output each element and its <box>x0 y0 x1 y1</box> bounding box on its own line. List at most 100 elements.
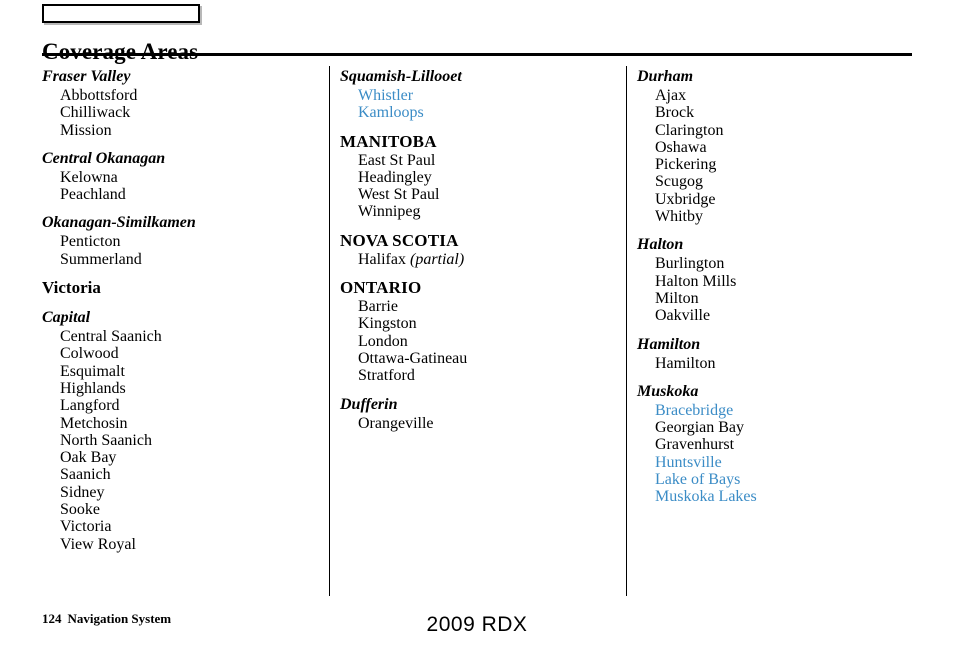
city-item: Brock <box>655 104 917 121</box>
document-page: Coverage Areas Fraser Valley Abbottsford C… <box>0 0 954 652</box>
city-list: East St Paul Headingley West St Paul Winnip… <box>340 152 610 221</box>
city-name: Hamilton <box>655 354 716 372</box>
coverage-group: Muskoka Bracebridge Georgian Bay Gravenhurs… <box>637 381 917 506</box>
city-name: Pickering <box>655 156 717 174</box>
city-item: Barrie <box>358 298 610 315</box>
city-item: Ottawa-Gatineau <box>358 350 610 367</box>
city-item: Metchosin <box>60 415 312 432</box>
coverage-group: ONTARIO Barrie Kingston London Ottawa-Gatine… <box>340 277 610 384</box>
city-name: Burlington <box>655 255 725 273</box>
city-name: Scugog <box>655 173 703 191</box>
coverage-column-2: Squamish-Lillooet Whistler Kamloops MANITOB… <box>340 66 610 432</box>
coverage-group: Central Okanagan Kelowna Peachland <box>42 148 312 204</box>
city-item: Chilliwack <box>60 104 312 121</box>
coverage-group: Squamish-Lillooet Whistler Kamloops <box>340 66 610 122</box>
city-name: Bracebridge <box>655 401 734 419</box>
region-heading: Okanagan-Similkamen <box>42 214 196 232</box>
city-item: Central Saanich <box>60 328 312 345</box>
city-link-item[interactable]: Bracebridge <box>655 402 917 419</box>
province-heading: NOVA SCOTIA <box>340 230 459 250</box>
city-name: Barrie <box>358 298 398 316</box>
city-link-item[interactable]: Muskoka Lakes <box>655 488 917 505</box>
city-name: Milton <box>655 289 699 307</box>
city-list: Halifax (partial) <box>340 251 610 268</box>
city-name: Esquimalt <box>60 362 125 380</box>
city-name: Whitby <box>655 208 703 226</box>
coverage-group: NOVA SCOTIA Halifax (partial) <box>340 230 610 268</box>
region-heading: Dufferin <box>340 395 398 413</box>
city-item: Langford <box>60 397 312 414</box>
city-item: Kingston <box>358 315 610 332</box>
region-heading: Muskoka <box>637 382 699 400</box>
city-list: Barrie Kingston London Ottawa-Gatineau Strat… <box>340 298 610 384</box>
city-item: Stratford <box>358 367 610 384</box>
city-name: Ottawa-Gatineau <box>358 349 468 367</box>
region-heading: Squamish-Lillooet <box>340 68 462 85</box>
city-name: Stratford <box>358 367 415 385</box>
region-heading: Hamilton <box>637 335 701 353</box>
city-item: Abbottsford <box>60 87 312 104</box>
coverage-column-3: Durham Ajax Brock Clarington Oshawa Pickering… <box>637 66 917 506</box>
city-name: Penticton <box>60 233 121 251</box>
city-link-item[interactable]: Whistler <box>358 87 610 104</box>
city-item: Halton Mills <box>655 273 917 290</box>
city-item: Penticton <box>60 233 312 250</box>
city-link-item[interactable]: Kamloops <box>358 104 610 121</box>
coverage-group: Capital Central Saanich Colwood Esquimalt Hi… <box>42 307 312 553</box>
city-name: Whistler <box>358 87 414 104</box>
city-item: Colwood <box>60 345 312 362</box>
coverage-group: Halton Burlington Halton Mills Milton Oakvil… <box>637 234 917 324</box>
city-list: Ajax Brock Clarington Oshawa Pickering Scugog… <box>637 87 917 225</box>
city-name: North Saanich <box>60 431 152 449</box>
city-list: Orangeville <box>340 415 610 432</box>
city-name: Kingston <box>358 315 417 333</box>
city-name: Lake of Bays <box>655 471 741 489</box>
city-name: Halifax <box>358 250 406 268</box>
city-list: Bracebridge Georgian Bay Gravenhurst Huntsv… <box>637 402 917 506</box>
city-name: Kamloops <box>358 104 424 122</box>
city-name: Georgian Bay <box>655 419 745 437</box>
province-heading: MANITOBA <box>340 131 437 151</box>
city-name: London <box>358 332 408 350</box>
city-item: Gravenhurst <box>655 436 917 453</box>
city-item: Whitby <box>655 208 917 225</box>
city-item: Hamilton <box>655 355 917 372</box>
city-item: Georgian Bay <box>655 419 917 436</box>
city-name: Summerland <box>60 250 142 268</box>
region-heading: Capital <box>42 309 91 327</box>
column-divider-2 <box>626 66 627 596</box>
city-name: Metchosin <box>60 414 128 432</box>
city-name: East St Paul <box>358 151 436 169</box>
city-name: Winnipeg <box>358 203 421 221</box>
city-name: Ajax <box>655 87 687 104</box>
city-item: North Saanich <box>60 432 312 449</box>
city-item: View Royal <box>60 536 312 553</box>
city-name: Sidney <box>60 483 105 501</box>
city-name: Orangeville <box>358 414 434 432</box>
province-heading: ONTARIO <box>340 278 422 298</box>
model-name: 2009 RDX <box>426 613 528 636</box>
city-list: Hamilton <box>637 355 917 372</box>
city-item: Burlington <box>655 255 917 272</box>
city-list: Burlington Halton Mills Milton Oakville <box>637 255 917 324</box>
city-item: Clarington <box>655 122 917 139</box>
title-rule <box>42 53 912 56</box>
city-name: Brock <box>655 104 695 122</box>
city-name: Oak Bay <box>60 449 117 467</box>
region-heading: Halton <box>637 236 684 254</box>
city-link-item[interactable]: Huntsville <box>655 454 917 471</box>
city-item: Halifax (partial) <box>358 251 610 268</box>
coverage-group: Okanagan-Similkamen Penticton Summerland <box>42 212 312 268</box>
city-link-item[interactable]: Lake of Bays <box>655 471 917 488</box>
city-item: Winnipeg <box>358 203 610 220</box>
city-item: Esquimalt <box>60 363 312 380</box>
city-name: Peachland <box>60 186 126 204</box>
city-name: Saanich <box>60 466 111 484</box>
chapter-tab-box <box>42 4 200 23</box>
city-list: Penticton Summerland <box>42 233 312 268</box>
city-item: Sooke <box>60 501 312 518</box>
city-name: West St Paul <box>358 186 440 204</box>
city-name: Sooke <box>60 501 100 519</box>
city-item: Highlands <box>60 380 312 397</box>
city-name: Colwood <box>60 345 119 363</box>
